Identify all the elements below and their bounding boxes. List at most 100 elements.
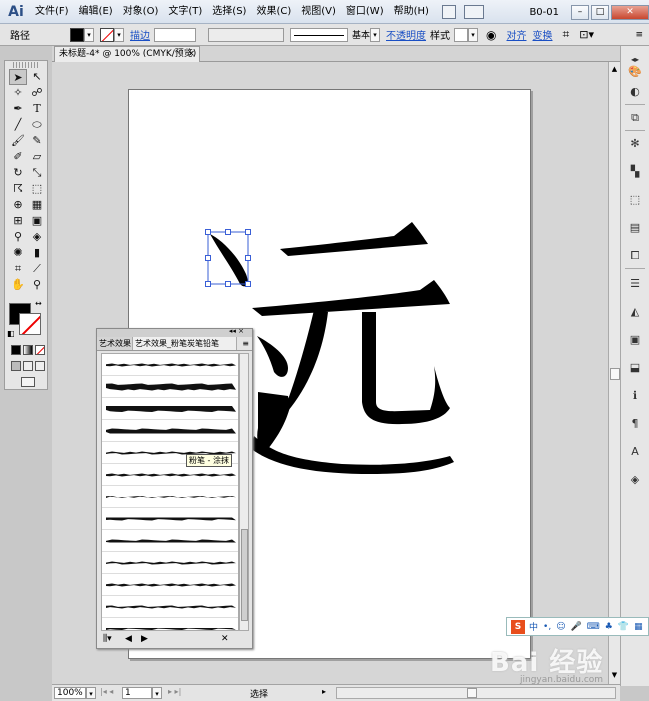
symbols-panel-icon[interactable]: ▚ (627, 164, 643, 180)
align-link[interactable]: 对齐 (507, 27, 527, 42)
pencil-tool-icon[interactable]: ✎ (28, 133, 46, 149)
brush-item[interactable] (102, 420, 238, 442)
menu-effect[interactable]: 效果(C) (251, 2, 296, 22)
artboard-number-field[interactable]: 1 (122, 687, 152, 699)
options-icon[interactable]: ⊡▾ (579, 28, 594, 41)
line-tool-icon[interactable]: ╱ (9, 117, 27, 133)
gradient-panel-icon[interactable]: ◭ (627, 304, 643, 320)
fill-dropdown[interactable]: ▾ (84, 27, 94, 42)
graphic-style-swatch[interactable] (454, 27, 469, 42)
menu-file[interactable]: 文件(F) (30, 2, 74, 22)
layers-panel-icon[interactable]: ◈ (627, 472, 643, 488)
pathfinder-panel-icon[interactable]: ⧠ (627, 248, 643, 264)
default-colors-icon[interactable]: ◧ (7, 329, 15, 338)
menu-select[interactable]: 选择(S) (207, 2, 251, 22)
zoom-field[interactable]: 100% (54, 687, 86, 699)
character-panel-icon[interactable]: A (627, 444, 643, 460)
mesh-tool-icon[interactable]: ⊞ (9, 213, 27, 229)
lasso-tool-icon[interactable]: ☍ (28, 85, 46, 101)
swatches-panel-icon[interactable]: ⧉ (627, 110, 643, 126)
column-graph-tool-icon[interactable]: ▮ (28, 245, 46, 261)
first-artboard-icon[interactable]: |◂ ◂ (100, 687, 113, 696)
brush-item[interactable] (102, 354, 238, 376)
stroke-weight-field[interactable] (154, 27, 196, 42)
pen-tool-icon[interactable]: ✒ (9, 101, 27, 117)
color-panel-icon[interactable]: 🎨 (627, 64, 643, 80)
horizontal-scrollbar[interactable] (336, 687, 616, 699)
horizontal-scroll-thumb[interactable] (467, 688, 477, 698)
close-tab-icon[interactable]: × (187, 47, 195, 61)
brush-item[interactable] (102, 574, 238, 596)
emoji-icon[interactable]: ☺ (556, 622, 565, 632)
stroke-swatch[interactable] (100, 27, 114, 42)
tab-artistic-effects[interactable]: 艺术效果 (97, 337, 133, 350)
rotate-tool-icon[interactable]: ↻ (9, 165, 27, 181)
artboard-dropdown[interactable]: ▾ (152, 687, 162, 699)
status-menu-icon[interactable]: ▸ (322, 687, 326, 696)
last-artboard-icon[interactable]: ▸ ▸| (168, 687, 181, 696)
brush-item[interactable] (102, 508, 238, 530)
voice-input-icon[interactable]: 🎤 (571, 622, 582, 632)
menu-window[interactable]: 窗口(W) (341, 2, 389, 22)
stroke-profile-preview[interactable] (290, 27, 348, 42)
keyboard-icon[interactable]: ⌨ (587, 622, 600, 632)
brushes-panel-icon[interactable]: ✻ (627, 136, 643, 152)
skin-icon[interactable]: ♣ (605, 622, 613, 632)
perspective-grid-tool-icon[interactable]: ▦ (28, 197, 46, 213)
stroke-panel-icon[interactable]: ☰ (627, 276, 643, 292)
transform-panel-icon[interactable]: ⬚ (627, 192, 643, 208)
zoom-dropdown[interactable]: ▾ (86, 687, 96, 699)
brush-item[interactable] (102, 596, 238, 618)
brush-list[interactable] (101, 353, 239, 631)
brush-list-scroll-thumb[interactable] (241, 529, 248, 621)
info-panel-icon[interactable]: ℹ (627, 388, 643, 404)
minimize-button[interactable]: – (571, 4, 589, 20)
hand-tool-icon[interactable]: ✋ (9, 277, 27, 293)
scroll-thumb[interactable] (610, 368, 620, 380)
scroll-down-icon[interactable]: ▼ (609, 670, 620, 681)
previous-library-icon[interactable]: ◀ (125, 634, 132, 644)
punctuation-icon[interactable]: •, (543, 622, 551, 632)
panel-grip[interactable] (13, 62, 39, 68)
menu-type[interactable]: 文字(T) (163, 2, 207, 22)
screen-mode-icon[interactable] (21, 377, 35, 387)
tab-chalk-charcoal-pencil[interactable]: 艺术效果_粉笔炭笔铅笔 (133, 337, 237, 350)
symbol-sprayer-tool-icon[interactable]: ✺ (9, 245, 27, 261)
panel-menu-icon[interactable]: ≡ (242, 337, 249, 350)
warp-tool-icon[interactable]: ☈ (9, 181, 27, 197)
brush-item[interactable] (102, 376, 238, 398)
sogou-logo-icon[interactable]: S (511, 619, 525, 634)
none-mode-icon[interactable] (35, 345, 45, 355)
paintbrush-tool-icon[interactable]: 🖌 (9, 133, 27, 149)
gradient-tool-icon[interactable]: ▣ (28, 213, 46, 229)
graphic-styles-panel-icon[interactable]: ⬓ (627, 360, 643, 376)
stroke-color-box[interactable] (19, 313, 41, 335)
eyedropper-tool-icon[interactable]: ⚲ (9, 229, 27, 245)
menu-edit[interactable]: 编辑(E) (74, 2, 118, 22)
next-library-icon[interactable]: ▶ (141, 634, 148, 644)
variable-width-field[interactable] (208, 27, 284, 42)
arrange-documents-icon[interactable] (463, 4, 484, 19)
draw-inside-icon[interactable] (35, 361, 45, 371)
menu-view[interactable]: 视图(V) (296, 2, 341, 22)
gradient-mode-icon[interactable] (23, 345, 33, 355)
stroke-dropdown[interactable]: ▾ (114, 27, 124, 42)
workspace-switcher[interactable]: B0-01 (529, 7, 559, 18)
type-tool-icon[interactable]: T (28, 101, 46, 117)
transform-link[interactable]: 变换 (533, 27, 553, 42)
menu-object[interactable]: 对象(O) (118, 2, 164, 22)
menu-help[interactable]: 帮助(H) (389, 2, 434, 22)
appearance-panel-icon[interactable]: ▣ (627, 332, 643, 348)
direct-selection-tool-icon[interactable]: ↖ (28, 69, 46, 85)
brush-item[interactable] (102, 530, 238, 552)
artboard-tool-icon[interactable]: ⌗ (9, 261, 27, 277)
ellipse-tool-icon[interactable]: ⬭ (28, 117, 46, 133)
panel-collapse-icon[interactable]: ◂◂ × (229, 327, 244, 335)
scroll-up-icon[interactable]: ▲ (609, 64, 620, 75)
bridge-icon[interactable] (441, 4, 456, 19)
blob-brush-tool-icon[interactable]: ✐ (9, 149, 27, 165)
shape-builder-tool-icon[interactable]: ⊕ (9, 197, 27, 213)
isolate-icon[interactable]: ⌗ (563, 27, 570, 42)
ime-mode-toggle[interactable]: 中 (529, 620, 538, 633)
align-panel-icon[interactable]: ▤ (627, 220, 643, 236)
